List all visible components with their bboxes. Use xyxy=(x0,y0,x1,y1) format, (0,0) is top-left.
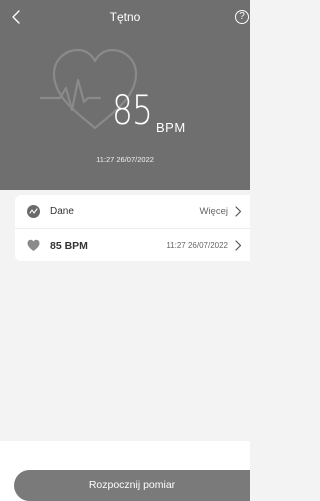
start-measurement-button[interactable]: Rozpocznij pomiar xyxy=(14,470,250,501)
measurement-timestamp: 11:27 26/07/2022 xyxy=(96,155,154,164)
nav-bar: Tętno ? xyxy=(0,0,250,34)
data-row-label: Dane xyxy=(50,206,74,217)
page-title: Tętno xyxy=(109,10,141,24)
record-row[interactable]: 85 BPM 11:27 26/07/2022 xyxy=(15,228,250,261)
heart-icon xyxy=(27,239,40,251)
record-timestamp: 11:27 26/07/2022 xyxy=(166,241,228,250)
chevron-right-icon xyxy=(235,240,242,251)
header-panel: Tętno ? 85 BPM 11:27 26/07/2022 xyxy=(0,0,250,190)
bpm-readout: 85 BPM xyxy=(112,88,185,138)
data-row[interactable]: Dane Więcej xyxy=(15,195,250,228)
chart-icon xyxy=(27,205,40,218)
chevron-right-icon xyxy=(235,206,242,217)
bpm-value: 85 xyxy=(112,88,153,134)
data-card: Dane Więcej 85 BPM 11:27 26/07/2022 xyxy=(15,195,250,261)
record-value: 85 BPM xyxy=(50,240,88,252)
help-button[interactable]: ? xyxy=(235,10,249,24)
bpm-unit: BPM xyxy=(156,120,186,135)
more-link[interactable]: Więcej xyxy=(199,206,228,217)
